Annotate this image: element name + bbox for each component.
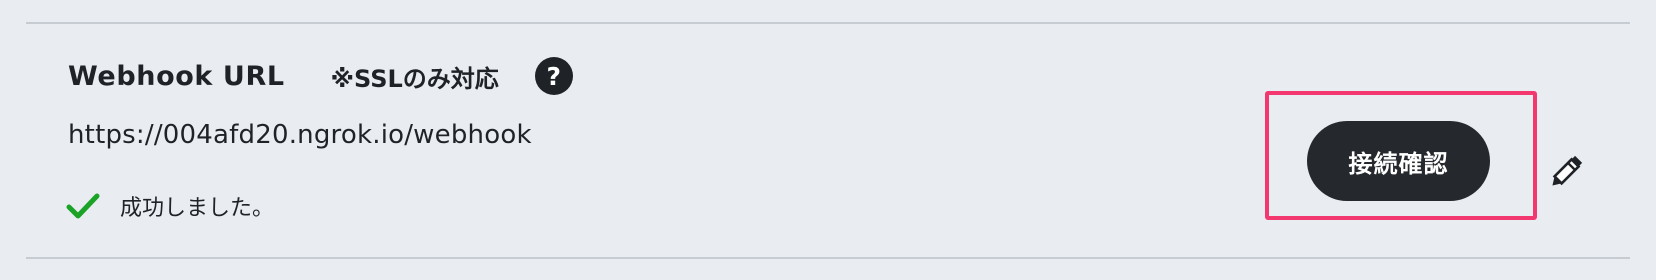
- connection-status: 成功しました。: [66, 188, 274, 224]
- bottom-divider: [26, 257, 1630, 259]
- connection-test-button[interactable]: 接続確認: [1307, 121, 1490, 201]
- setting-header: Webhook URL ※SSLのみ対応 ?: [68, 56, 573, 96]
- pencil-icon[interactable]: [1548, 150, 1588, 190]
- help-icon[interactable]: ?: [534, 57, 573, 95]
- status-text: 成功しました。: [120, 196, 275, 221]
- top-divider: [26, 22, 1630, 24]
- webhook-url-label: Webhook URL: [68, 60, 285, 92]
- webhook-url-value: https://004afd20.ngrok.io/webhook: [68, 120, 532, 150]
- checkmark-icon: [66, 193, 100, 219]
- ssl-only-note: ※SSLのみ対応: [330, 64, 499, 93]
